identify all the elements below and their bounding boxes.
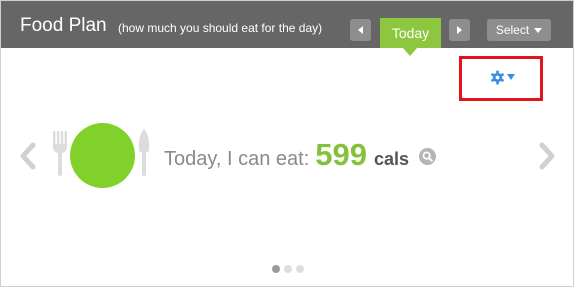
page-dot-1[interactable] bbox=[272, 265, 280, 273]
calorie-summary: Today, I can eat: 599 cals bbox=[164, 137, 409, 177]
calorie-amount: 599 bbox=[315, 137, 368, 172]
today-tab[interactable]: Today bbox=[380, 18, 441, 48]
chevron-right-icon bbox=[539, 142, 555, 170]
fork-icon bbox=[53, 131, 67, 176]
next-day-button[interactable] bbox=[449, 19, 470, 41]
carousel-pagination bbox=[272, 265, 304, 273]
knife-icon bbox=[138, 129, 150, 176]
chevron-down-icon bbox=[507, 74, 515, 80]
carousel-next-button[interactable] bbox=[534, 141, 558, 171]
carousel-previous-button[interactable] bbox=[17, 141, 41, 171]
gear-icon bbox=[491, 69, 504, 85]
widget-subtitle: (how much you should eat for the day) bbox=[118, 21, 323, 35]
page-dot-3[interactable] bbox=[296, 265, 304, 273]
chevron-left-icon bbox=[20, 142, 36, 170]
plate-icon bbox=[70, 123, 135, 188]
triangle-right-icon bbox=[457, 26, 462, 34]
caret-down-icon bbox=[534, 27, 543, 33]
previous-day-button[interactable] bbox=[350, 19, 371, 41]
select-dropdown-button[interactable]: Select bbox=[487, 19, 551, 41]
settings-menu-button[interactable] bbox=[490, 69, 515, 85]
calorie-lead-text: Today, I can eat: bbox=[164, 148, 310, 170]
page-dot-2[interactable] bbox=[284, 265, 292, 273]
widget-title: Food Plan bbox=[20, 15, 107, 36]
calorie-unit: cals bbox=[374, 149, 410, 169]
magnifier-icon[interactable] bbox=[419, 148, 436, 165]
triangle-left-icon bbox=[358, 26, 363, 34]
food-plan-widget: Food Plan (how much you should eat for t… bbox=[0, 0, 574, 287]
select-label: Select bbox=[495, 23, 530, 37]
today-tab-pointer bbox=[403, 48, 417, 56]
widget-header: Food Plan (how much you should eat for t… bbox=[1, 1, 573, 48]
